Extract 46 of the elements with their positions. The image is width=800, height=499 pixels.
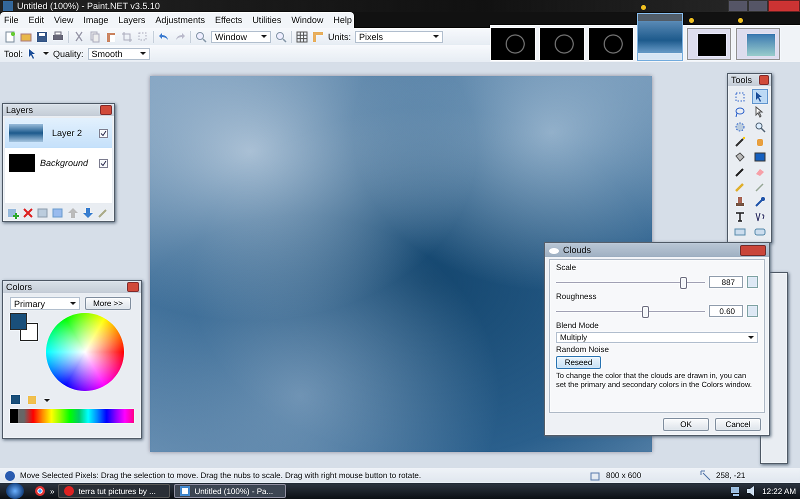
dialog-title: Clouds bbox=[563, 245, 592, 255]
layer-name: Layer 2 bbox=[51, 127, 84, 140]
status-text: Move Selected Pixels: Drag the selection to move. Drag the nubs to scale. Drag with right mouse button to rotate. bbox=[20, 471, 422, 480]
menu-item[interactable]: Effects bbox=[214, 15, 242, 25]
reseed-button[interactable]: Reseed bbox=[556, 356, 601, 369]
clock[interactable]: 12:22 AM bbox=[762, 486, 796, 496]
menu-item[interactable]: Image bbox=[83, 15, 108, 25]
menu-item[interactable]: Utilities bbox=[252, 15, 282, 25]
more-button[interactable]: More >> bbox=[85, 297, 131, 310]
menu-item[interactable]: Adjustments bbox=[155, 15, 205, 25]
panel-title: Layers bbox=[6, 105, 34, 115]
blend-mode-dropdown[interactable]: Multiply bbox=[556, 332, 758, 343]
menu-item[interactable]: Layers bbox=[118, 15, 146, 25]
dialog-button[interactable]: OK bbox=[663, 418, 709, 431]
cursor-position: 258, -21 bbox=[716, 471, 746, 480]
menu-item[interactable]: Edit bbox=[28, 15, 44, 25]
window-title: Untitled (100%) - Paint.NET v3.5.10 bbox=[17, 1, 161, 11]
units-dropdown[interactable]: Pixels bbox=[355, 30, 444, 42]
number-field[interactable]: 887 bbox=[709, 276, 743, 288]
image-size: 800 x 600 bbox=[606, 471, 642, 480]
quality-label: Quality: bbox=[53, 48, 84, 58]
dialog-button[interactable]: Cancel bbox=[715, 418, 761, 431]
layer-row[interactable]: Background bbox=[5, 148, 112, 178]
menu-item[interactable]: View bbox=[54, 15, 74, 25]
panel-title: Colors bbox=[6, 282, 32, 292]
units-label: Units: bbox=[328, 32, 352, 42]
blend-mode-label: Blend Mode bbox=[556, 321, 600, 330]
menu-item[interactable]: Help bbox=[333, 15, 352, 25]
tool-label: Tool: bbox=[4, 48, 24, 58]
slider-label: Roughness bbox=[556, 292, 598, 301]
panel-title: Tools bbox=[731, 75, 752, 85]
layer-name: Background bbox=[40, 158, 90, 168]
taskbar-button[interactable]: terra tut pictures by ... bbox=[58, 484, 170, 498]
taskbar-button[interactable]: Untitled (100%) - Pa... bbox=[174, 484, 286, 498]
slider-label: Scale bbox=[556, 263, 578, 272]
menu-item[interactable]: File bbox=[4, 15, 19, 25]
menu-item[interactable]: Window bbox=[291, 15, 324, 25]
quality-dropdown[interactable]: Smooth bbox=[88, 48, 150, 60]
layer-row[interactable]: Layer 2 bbox=[5, 118, 112, 148]
color-mode-dropdown[interactable]: Primary bbox=[10, 297, 80, 310]
zoom-dropdown[interactable]: Window bbox=[211, 30, 271, 42]
number-field[interactable]: 0.60 bbox=[709, 305, 743, 317]
random-noise-label: Random Noise bbox=[556, 345, 610, 354]
task-label: Untitled (100%) - Pa... bbox=[194, 486, 274, 496]
task-label: terra tut pictures by ... bbox=[78, 486, 156, 496]
overflow-chevron[interactable]: » bbox=[50, 486, 54, 496]
